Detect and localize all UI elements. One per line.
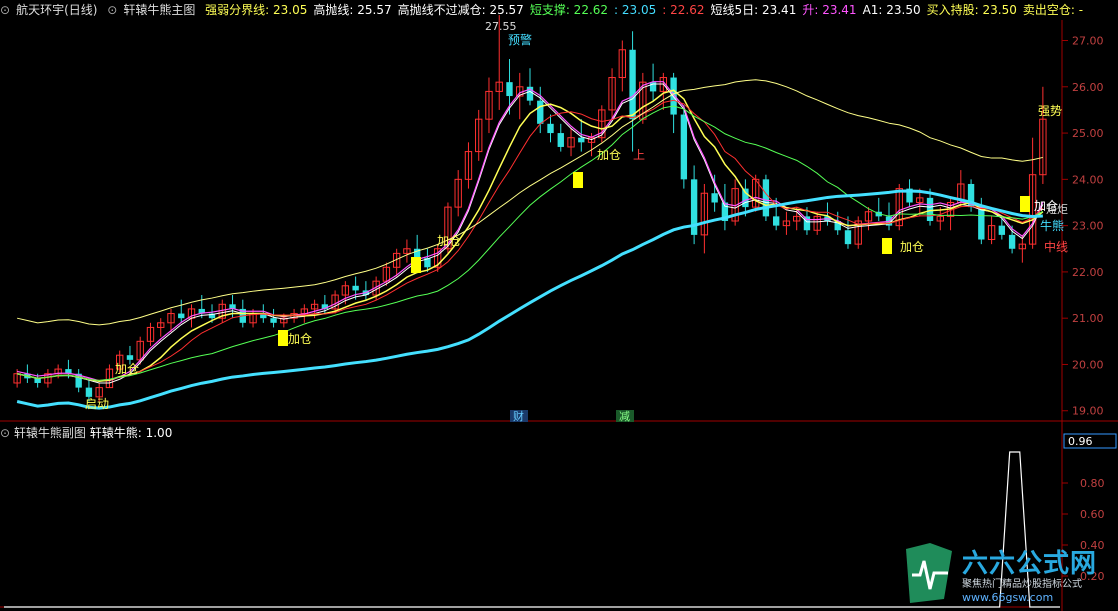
candle-body-52: [547, 123, 554, 134]
annotation-add-position-5: 加仓: [900, 240, 924, 254]
sub-item-label: 轩辕牛熊:: [89, 426, 142, 440]
annotation-add-position-2: 加仓: [288, 332, 312, 346]
candle-body-7: [85, 387, 93, 397]
candle-body-51: [537, 100, 544, 124]
line-buy-hold: [16, 89, 1044, 382]
candle-body-11: [126, 355, 134, 360]
sub-current-value: 0.96: [1068, 435, 1093, 448]
sub-tick-label-0: 0.80: [1080, 477, 1105, 490]
chart-annotations: 27.55预警加仓加仓加仓加仓加仓加仓启动强势牛熊中线短炬上财减: [85, 20, 1068, 423]
annotation-peak-price: 27.55: [485, 20, 517, 33]
candlestick-series: [13, 15, 1047, 402]
signal-square-2: [573, 172, 583, 188]
finance-marker: 财: [513, 409, 524, 423]
price-tick-label-6: 21.00: [1072, 312, 1104, 325]
price-tick-label-5: 22.00: [1072, 266, 1104, 279]
annotation-bull-bear: 牛熊: [1040, 218, 1064, 233]
price-axis: 27.00 26.00 25.00 24.00 23.00 22.00 21.00 20.00…: [1062, 35, 1104, 418]
annotation-middle-line: 中线: [1044, 239, 1068, 254]
reduce-marker: 减: [619, 410, 630, 423]
candle-body-96: [998, 225, 1006, 235]
candle-body-33: [352, 285, 359, 291]
price-tick-label-1: 26.00: [1072, 81, 1104, 94]
candle-body-94: [978, 207, 985, 240]
candle-body-73: [762, 179, 770, 217]
line-short-5d: [17, 83, 1044, 384]
candle-body-74: [772, 216, 780, 226]
signal-square-1: [411, 257, 421, 273]
annotation-start: 启动: [85, 397, 109, 411]
annotation-strong: 强势: [1038, 104, 1062, 118]
site-watermark-logo: 六六公式网 聚焦热门精品炒股指标公式 www.66gsw.com: [900, 541, 1118, 609]
candle-body-55: [578, 137, 585, 143]
annotation-warning: 预警: [508, 32, 532, 47]
annotation-add-position-1: 加仓: [115, 362, 139, 376]
candle-body-65: [680, 114, 688, 180]
candle-body-60: [629, 49, 636, 120]
candle-body-89: [926, 197, 934, 221]
annotation-up-marker: 上: [633, 148, 645, 162]
line-rise: [16, 81, 1044, 382]
candle-body-53: [557, 133, 564, 147]
price-tick-label-8: 19.00: [1072, 405, 1104, 418]
line-high-sell: [17, 79, 1043, 326]
signal-square-3: [882, 238, 892, 254]
candle-body-68: [711, 193, 718, 203]
price-tick-label-3: 24.00: [1072, 173, 1104, 186]
logo-tagline: 聚焦热门精品炒股指标公式: [962, 579, 1082, 590]
candle-body-16: [178, 313, 185, 319]
logo-url: www.66gsw.com: [962, 591, 1054, 604]
price-tick-label-4: 23.00: [1072, 220, 1104, 233]
candle-body-77: [803, 216, 811, 231]
logo-mark-icon: [906, 543, 952, 603]
price-tick-label-7: 20.00: [1072, 358, 1104, 371]
annotation-short-term: 短炬: [1046, 202, 1068, 216]
kline-chart[interactable]: 27.00 26.00 25.00 24.00 23.00 22.00 21.00 20.00…: [0, 0, 1118, 611]
candle-body-81: [844, 230, 852, 245]
sub-tick-label-1: 0.60: [1080, 508, 1105, 521]
signal-square-0: [278, 330, 288, 346]
sub-indicator-name[interactable]: 轩辕牛熊副图: [14, 426, 86, 440]
candle-body-48: [506, 82, 513, 97]
candle-body-25: [270, 318, 277, 323]
signal-square-4: [1020, 196, 1030, 212]
candle-body-97: [1008, 234, 1016, 249]
annotation-add-position-4: 加仓: [597, 148, 621, 162]
candle-body-64: [670, 77, 677, 115]
sub-chart-header: ⊙ 轩辕牛熊副图 轩辕牛熊: 1.00: [0, 424, 1060, 442]
collapse-toggle-icon-3[interactable]: ⊙: [0, 426, 10, 440]
annotation-add-position-3: 加仓: [437, 234, 461, 248]
price-tick-label-2: 25.00: [1072, 127, 1104, 140]
sub-item-value: 1.00: [145, 426, 173, 440]
price-tick-label-0: 27.00: [1072, 35, 1104, 48]
